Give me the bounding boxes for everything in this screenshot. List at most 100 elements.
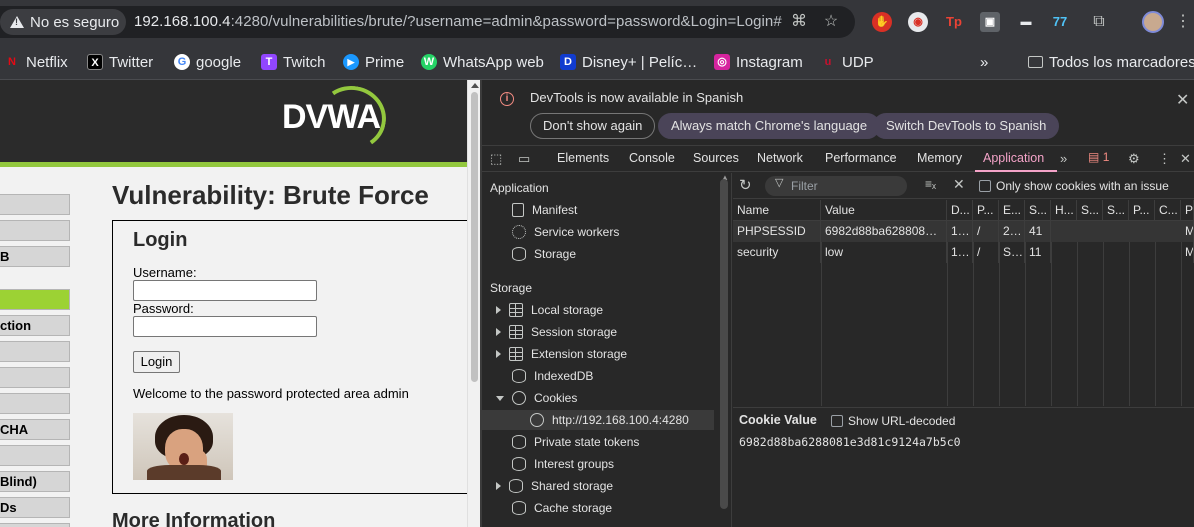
show-url-decoded-checkbox[interactable] [831, 415, 843, 427]
sidebar-item-session-storage[interactable]: Session storage [496, 322, 617, 342]
extension-red-icon[interactable]: ◉ [908, 12, 928, 32]
extension-tp-icon[interactable]: Tp [944, 12, 964, 32]
menu-item[interactable]: ction [0, 315, 70, 336]
expand-arrow-icon[interactable] [496, 328, 501, 336]
sidebar-item-indexeddb[interactable]: IndexedDB [512, 366, 593, 386]
sidebar-scrollbar[interactable] [720, 179, 728, 509]
always-match-language-button[interactable]: Always match Chrome's language [658, 113, 881, 139]
tab-elements[interactable]: Elements [557, 151, 609, 165]
sidebar-item-cache-storage[interactable]: Cache storage [512, 498, 612, 518]
password-input[interactable] [133, 316, 317, 337]
tab-memory[interactable]: Memory [917, 151, 962, 165]
column-header[interactable]: P... [1129, 200, 1155, 221]
column-header[interactable]: E... [999, 200, 1025, 221]
tab-performance[interactable]: Performance [825, 151, 897, 165]
issues-badge[interactable]: ▤ 1 [1088, 150, 1109, 164]
page-scrollbar[interactable] [467, 80, 480, 527]
bookmark-disney[interactable]: D Disney+ | Pelíc… [560, 52, 697, 72]
profile-avatar[interactable] [1142, 11, 1164, 33]
column-header[interactable]: D... [947, 200, 973, 221]
menu-item[interactable]: CHA [0, 419, 70, 440]
refresh-icon[interactable]: ↻ [739, 176, 752, 194]
extension-blue-icon[interactable]: 77 [1050, 12, 1070, 32]
expand-arrow-icon[interactable] [496, 306, 501, 314]
bookmarks-overflow-button[interactable]: » [980, 52, 988, 72]
extension-screen-icon[interactable]: ▣ [980, 12, 1000, 32]
page-scrollbar-thumb[interactable] [471, 92, 478, 382]
bookmark-twitter[interactable]: X Twitter [87, 52, 153, 72]
extension-adblock-icon[interactable]: ✋ [872, 12, 892, 32]
sidebar-item-shared-storage[interactable]: Shared storage [496, 476, 613, 496]
menu-item-brute-force[interactable] [0, 289, 70, 310]
column-header[interactable]: Value [821, 200, 947, 221]
scroll-up-arrow-icon[interactable] [471, 83, 479, 88]
tab-application[interactable]: Application [983, 151, 1044, 165]
menu-item[interactable]: Ds [0, 497, 70, 518]
devtools-menu-icon[interactable]: ⋮ [1158, 151, 1171, 167]
bookmark-prime[interactable]: ▶ Prime [343, 52, 404, 72]
translate-icon[interactable]: ⌘ [790, 13, 808, 31]
bookmark-udp[interactable]: u UDP [820, 52, 874, 72]
collapse-arrow-icon[interactable] [496, 395, 504, 401]
sidebar-item-manifest[interactable]: Manifest [512, 200, 577, 220]
url-text[interactable]: 192.168.100.4:4280/vulnerabilities/brute… [134, 13, 782, 30]
delete-selected-icon[interactable]: ✕ [953, 176, 965, 193]
sidebar-item-cookie-origin[interactable]: http://192.168.100.4:4280 [482, 410, 714, 430]
sidebar-item-storage[interactable]: Storage [512, 244, 576, 264]
column-header[interactable]: S... [1025, 200, 1051, 221]
bookmark-netflix[interactable]: N Netflix [4, 52, 68, 72]
table-row[interactable]: security low 1… / S… 11 M [733, 242, 1194, 263]
bookmark-whatsapp[interactable]: W WhatsApp web [421, 52, 544, 72]
chrome-menu-icon[interactable]: ⋮ [1172, 11, 1194, 33]
close-icon[interactable]: ✕ [1176, 90, 1189, 110]
switch-to-spanish-button[interactable]: Switch DevTools to Spanish [873, 113, 1060, 139]
close-devtools-icon[interactable]: ✕ [1180, 151, 1191, 167]
extension-desk-icon[interactable]: ▬ [1016, 12, 1036, 32]
extensions-puzzle-icon[interactable]: ⧉ [1088, 11, 1110, 33]
bookmark-instagram[interactable]: ◎ Instagram [714, 52, 803, 72]
column-header[interactable]: P... [973, 200, 999, 221]
sidebar-item-private-state-tokens[interactable]: Private state tokens [512, 432, 639, 452]
column-header[interactable]: H... [1051, 200, 1077, 221]
clear-filtered-cookies-icon[interactable]: ≡ₓ [925, 177, 936, 191]
dont-show-again-button[interactable]: Don't show again [530, 113, 656, 139]
sidebar-item-service-workers[interactable]: Service workers [512, 222, 619, 242]
inspect-element-icon[interactable]: ⬚ [490, 151, 502, 167]
bookmark-google[interactable]: Ggoogle [174, 52, 241, 72]
column-header[interactable]: Name [733, 200, 821, 221]
tab-sources[interactable]: Sources [693, 151, 739, 165]
tab-console[interactable]: Console [629, 151, 675, 165]
settings-gear-icon[interactable]: ⚙ [1128, 151, 1140, 167]
menu-item[interactable] [0, 367, 70, 388]
table-row[interactable]: PHPSESSID 6982d88ba628808… 1… / 2… 41 M [733, 221, 1194, 242]
sidebar-item-cookies[interactable]: Cookies [496, 388, 577, 408]
menu-item[interactable] [0, 523, 70, 527]
address-bar[interactable]: No es seguro 192.168.100.4:4280/vulnerab… [0, 6, 855, 38]
expand-arrow-icon[interactable] [496, 482, 501, 490]
tab-network[interactable]: Network [757, 151, 803, 165]
column-header[interactable]: S... [1077, 200, 1103, 221]
sidebar-item-interest-groups[interactable]: Interest groups [512, 454, 614, 474]
only-issues-checkbox[interactable] [979, 180, 991, 192]
menu-item[interactable] [0, 194, 70, 215]
menu-item[interactable] [0, 445, 70, 466]
expand-arrow-icon[interactable] [496, 350, 501, 358]
bookmark-star-icon[interactable]: ☆ [822, 13, 840, 31]
bookmark-twitch[interactable]: T Twitch [261, 52, 326, 72]
menu-item[interactable]: B [0, 246, 70, 267]
menu-item[interactable] [0, 341, 70, 362]
username-input[interactable] [133, 280, 317, 301]
sidebar-item-local-storage[interactable]: Local storage [496, 300, 603, 320]
menu-item[interactable] [0, 393, 70, 414]
device-toolbar-icon[interactable]: ▭ [518, 151, 530, 167]
cookie-filter-input[interactable]: Filter [765, 176, 907, 196]
security-chip[interactable]: No es seguro [0, 9, 126, 35]
login-button[interactable]: Login [133, 351, 180, 373]
cookie-value-text[interactable]: 6982d88ba6288081e3d81c9124a7b5c0 [739, 435, 961, 449]
menu-item[interactable] [0, 220, 70, 241]
menu-item[interactable]: Blind) [0, 471, 70, 492]
sidebar-item-extension-storage[interactable]: Extension storage [496, 344, 627, 364]
column-header[interactable]: P [1181, 200, 1194, 221]
more-tabs-chevron-icon[interactable]: » [1060, 151, 1067, 166]
bookmarks-all-folder[interactable]: Todos los marcadores [1028, 52, 1194, 72]
